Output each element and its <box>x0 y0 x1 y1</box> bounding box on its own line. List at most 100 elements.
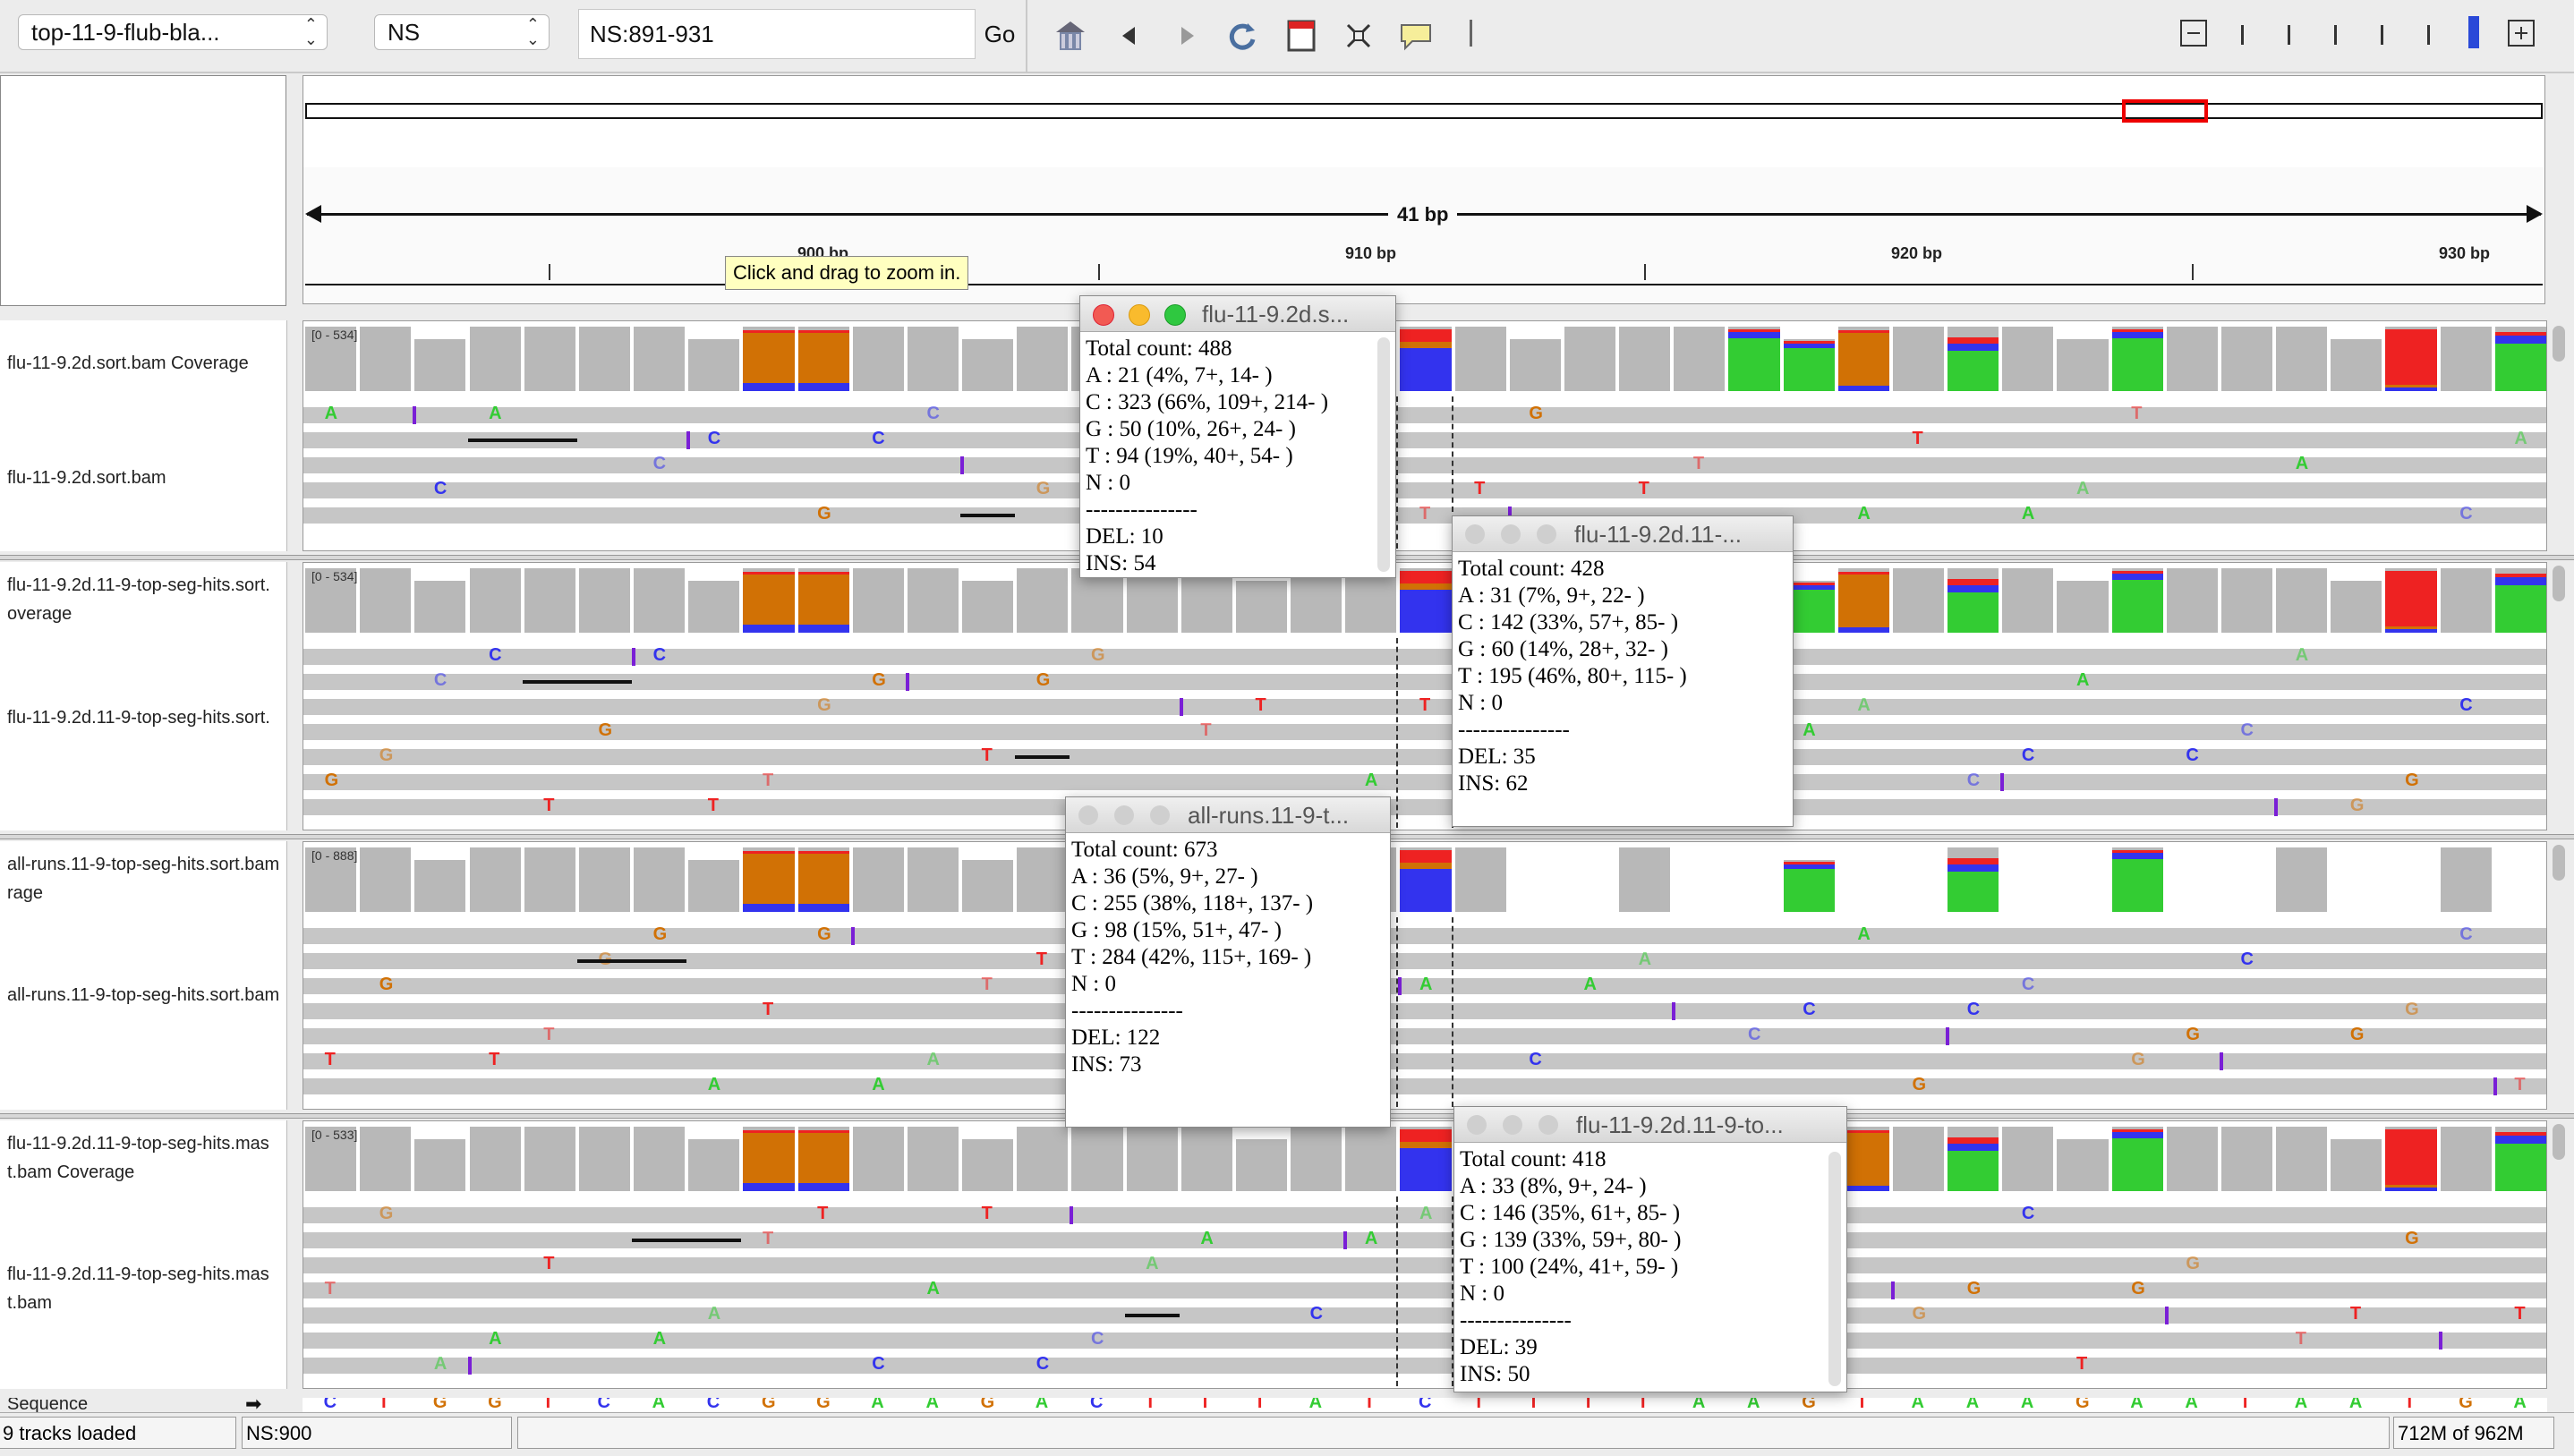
zoom-tick[interactable] <box>2381 25 2383 45</box>
coverage-bar[interactable] <box>907 1127 959 1191</box>
read-alignment[interactable] <box>303 774 2546 790</box>
insertion-marker[interactable] <box>1672 1002 1676 1020</box>
coverage-bar[interactable] <box>634 327 686 391</box>
coverage-bar[interactable] <box>1126 1127 1178 1191</box>
coverage-bar[interactable] <box>2166 568 2218 633</box>
coverage-bar[interactable] <box>2057 339 2109 391</box>
read-alignment[interactable] <box>303 724 2546 740</box>
coverage-bar[interactable] <box>1400 1127 1452 1191</box>
minimize-icon[interactable] <box>1114 805 1134 825</box>
coverage-bar[interactable] <box>1509 339 1561 391</box>
coverage-bar[interactable] <box>2331 1139 2382 1191</box>
maximize-icon[interactable] <box>1164 304 1186 326</box>
insertion-marker[interactable] <box>850 927 855 945</box>
coverage-bar[interactable] <box>2002 1127 2054 1191</box>
coverage-bar[interactable] <box>907 847 959 912</box>
zoom-tick[interactable] <box>2427 25 2430 45</box>
coverage-bar[interactable] <box>852 847 904 912</box>
insertion-marker[interactable] <box>686 431 691 449</box>
coverage-bar[interactable] <box>414 860 466 912</box>
coverage-bar[interactable] <box>578 568 630 633</box>
coverage-track-label[interactable]: flu-11-9.2d.11-9-top-seg-hits.sort. over… <box>7 571 294 628</box>
popup-title[interactable]: flu-11-9.2d.s... <box>1080 296 1395 332</box>
read-alignment[interactable] <box>303 749 2546 765</box>
coverage-bar[interactable] <box>1564 327 1616 391</box>
coverage-track-label[interactable]: all-runs.11-9-top-seg-hits.sort.bam rage <box>7 850 294 907</box>
coverage-bar[interactable] <box>1783 860 1835 912</box>
zoom-slider-thumb[interactable] <box>2468 16 2479 48</box>
track-data-panel-3[interactable]: GTACGTACGTACGTACGTACGTACGTACGTACGTA <box>303 841 2547 1110</box>
coverage-bar[interactable] <box>414 1139 466 1191</box>
coverage-bar[interactable] <box>1948 568 1999 633</box>
coverage-bar[interactable] <box>469 847 521 912</box>
coverage-bar[interactable] <box>469 327 521 391</box>
alignment-track-label[interactable]: flu-11-9.2d.11-9-top-seg-hits.mas t.bam <box>7 1260 294 1317</box>
read-alignment[interactable] <box>303 649 2546 665</box>
coverage-bar[interactable] <box>524 568 575 633</box>
coverage-bar[interactable] <box>1619 327 1671 391</box>
coverage-bar[interactable] <box>2111 327 2163 391</box>
coverage-bar[interactable] <box>743 1127 795 1191</box>
maximize-icon[interactable] <box>1538 1115 1558 1135</box>
coverage-bar[interactable] <box>360 327 412 391</box>
coverage-bar[interactable] <box>2057 1139 2109 1191</box>
coverage-bar[interactable] <box>2276 847 2328 912</box>
coverage-bar[interactable] <box>907 568 959 633</box>
coverage-bar[interactable] <box>852 1127 904 1191</box>
coverage-bar[interactable] <box>1017 327 1069 391</box>
close-icon[interactable] <box>1093 304 1114 326</box>
coverage-bar[interactable] <box>2220 327 2273 391</box>
coverage-bar[interactable] <box>2385 327 2437 391</box>
coverage-bar[interactable] <box>1454 327 1506 391</box>
coverage-bar[interactable] <box>1345 1127 1397 1191</box>
minimize-icon[interactable] <box>1129 304 1150 326</box>
read-alignment[interactable] <box>303 928 2546 944</box>
coverage-bar[interactable] <box>743 568 795 633</box>
coverage-bar[interactable] <box>524 1127 575 1191</box>
coverage-bar[interactable] <box>1948 1127 1999 1191</box>
read-alignment[interactable] <box>303 1053 2546 1069</box>
insertion-marker[interactable] <box>1179 698 1183 716</box>
coverage-bar[interactable] <box>1017 1127 1069 1191</box>
coverage-bar[interactable] <box>578 327 630 391</box>
read-alignment[interactable] <box>303 1028 2546 1044</box>
read-alignment[interactable] <box>303 1307 2546 1324</box>
coverage-bar[interactable] <box>414 581 466 633</box>
insertion-marker[interactable] <box>960 456 965 474</box>
alignment-track-label[interactable]: flu-11-9.2d.sort.bam <box>7 464 294 492</box>
coverage-bar[interactable] <box>2002 568 2054 633</box>
insertion-marker[interactable] <box>1890 1281 1895 1299</box>
coverage-bar[interactable] <box>1892 1127 1945 1191</box>
coverage-bar[interactable] <box>1837 327 1889 391</box>
coverage-track-label[interactable]: flu-11-9.2d.11-9-top-seg-hits.mas t.bam … <box>7 1129 294 1187</box>
forward-arrow-icon[interactable] <box>1169 18 1205 54</box>
coverage-bar[interactable] <box>962 339 1014 391</box>
coverage-bar[interactable] <box>1728 327 1780 391</box>
coverage-bar[interactable] <box>2331 339 2382 391</box>
read-alignment[interactable] <box>303 1358 2546 1374</box>
coverage-bar[interactable] <box>1017 847 1069 912</box>
coverage-bar[interactable] <box>2331 581 2382 633</box>
insertion-marker[interactable] <box>905 673 909 691</box>
read-alignment[interactable] <box>303 457 2546 473</box>
alignment-track-label[interactable]: flu-11-9.2d.11-9-top-seg-hits.sort. <box>7 703 294 732</box>
coverage-bar[interactable] <box>1783 339 1835 391</box>
maximize-icon[interactable] <box>1150 805 1170 825</box>
coverage-bar[interactable] <box>524 327 575 391</box>
coverage-bar[interactable] <box>2440 327 2492 391</box>
coverage-bar[interactable] <box>2166 327 2218 391</box>
read-alignment[interactable] <box>303 482 2546 498</box>
insertion-marker[interactable] <box>413 406 417 424</box>
coverage-bar[interactable] <box>2440 568 2492 633</box>
coverage-bar[interactable] <box>1180 1127 1232 1191</box>
sequence-track[interactable]: CTGGTCACGGAAGACTTTATCTTTTAAGTAAAGAATAATG… <box>303 1398 2547 1412</box>
coverage-track-label[interactable]: flu-11-9.2d.sort.bam Coverage <box>7 349 294 378</box>
coverage-bar[interactable] <box>1948 847 1999 912</box>
coverage-bar[interactable] <box>797 568 849 633</box>
coverage-bar[interactable] <box>797 327 849 391</box>
coverage-bar[interactable] <box>688 860 740 912</box>
read-alignment[interactable] <box>303 1078 2546 1094</box>
track-data-panel-4[interactable]: TACGTACGTACGTACGTACGTACGTACGTACGTAC <box>303 1120 2547 1389</box>
coverage-bar[interactable] <box>414 339 466 391</box>
coverage-bar[interactable] <box>2276 1127 2328 1191</box>
